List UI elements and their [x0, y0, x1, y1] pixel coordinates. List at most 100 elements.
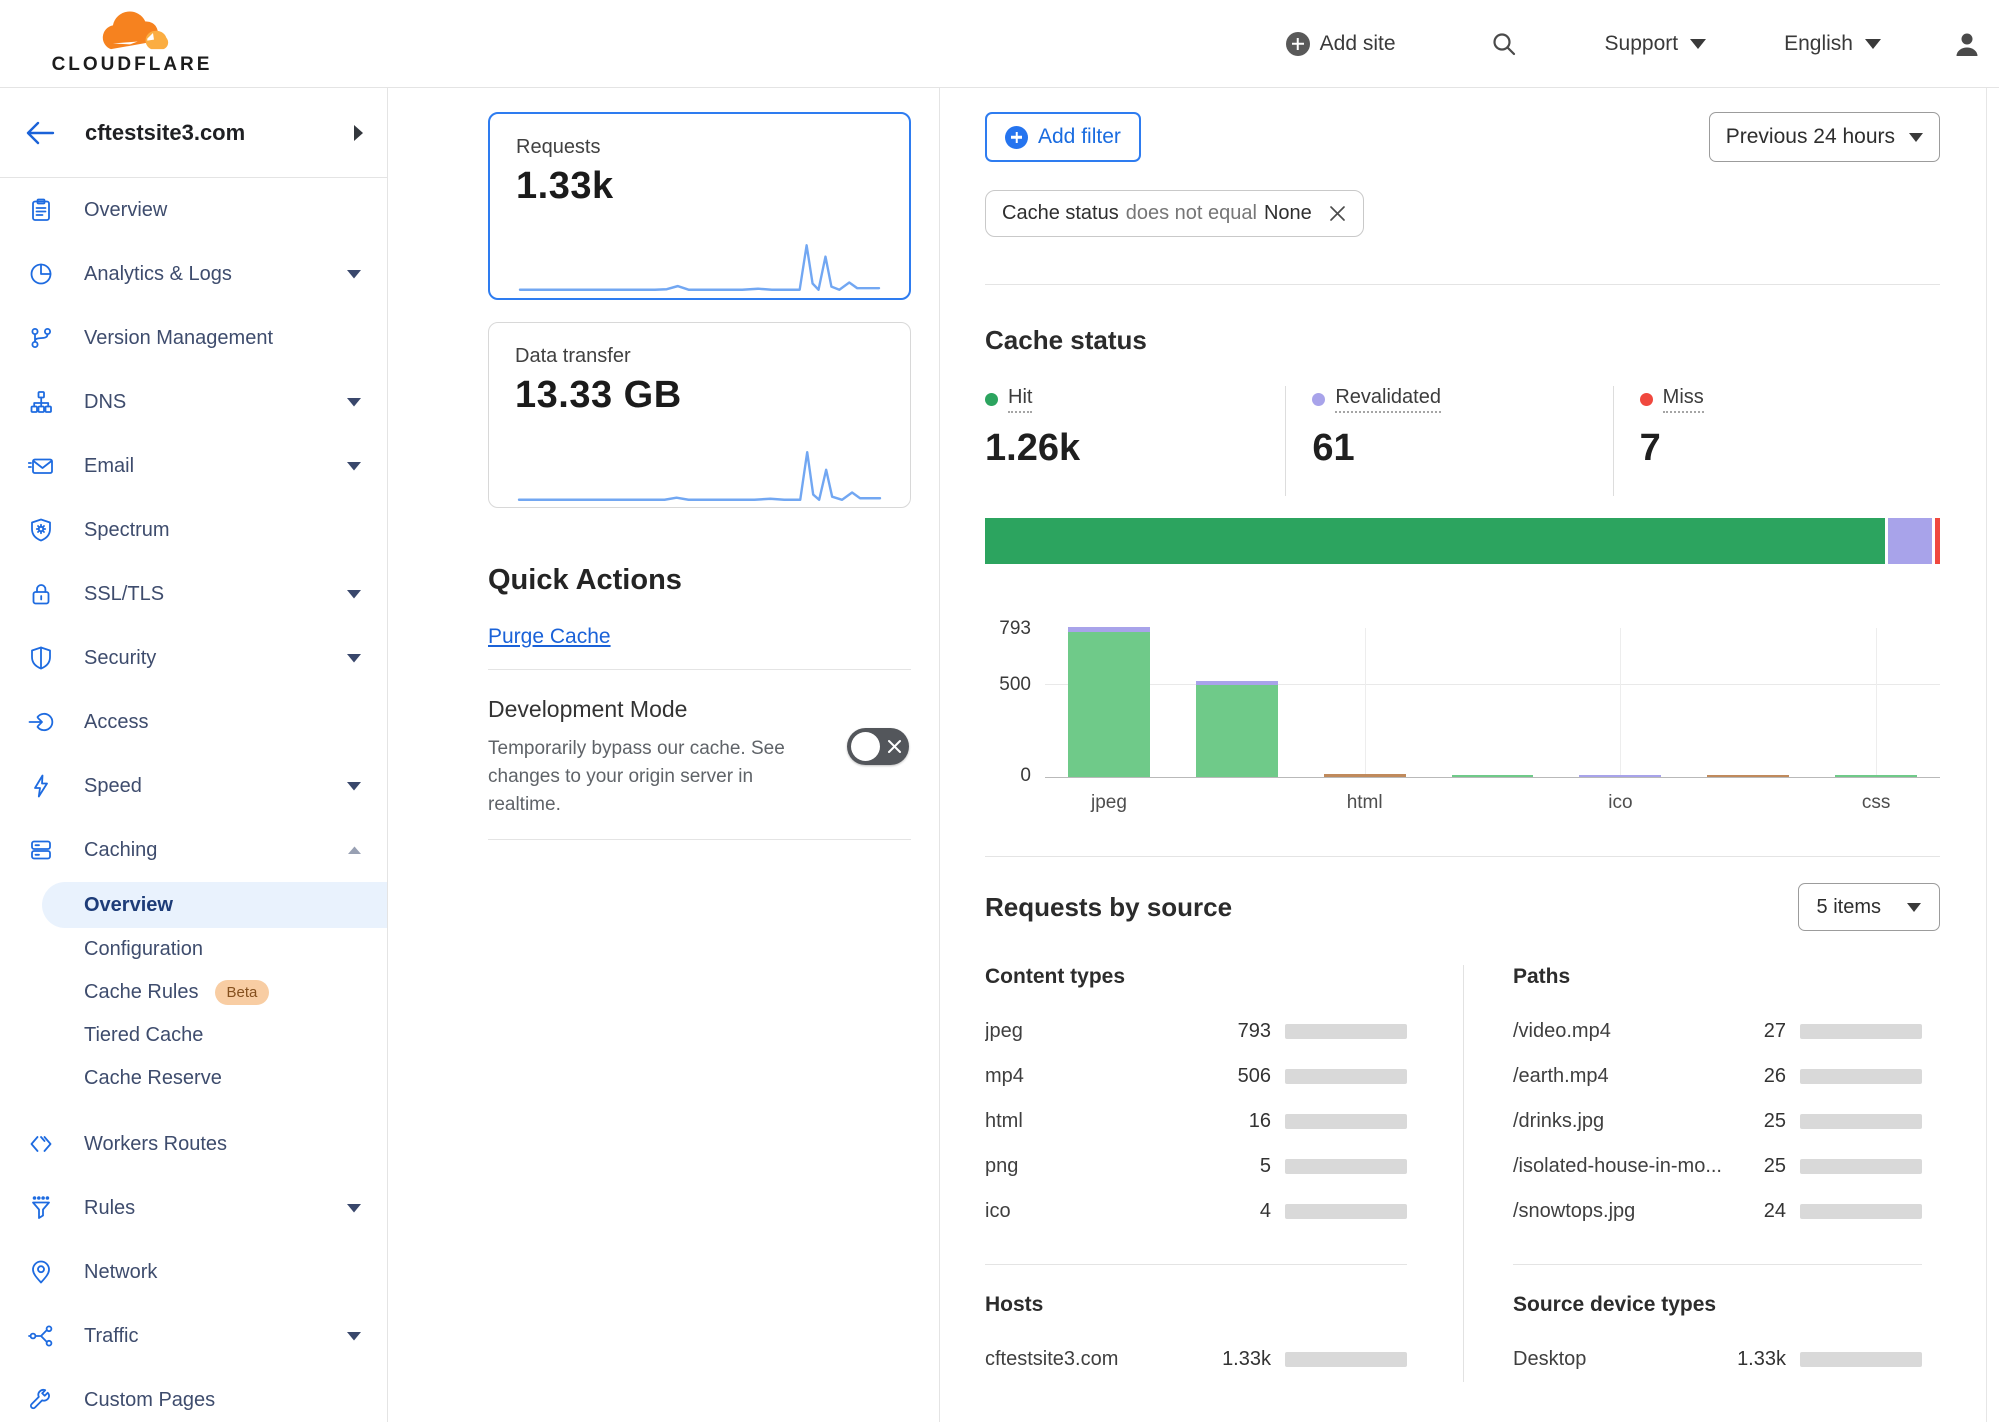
row-label: mp4	[985, 1065, 1219, 1088]
legend-miss[interactable]: Miss	[1640, 386, 1940, 413]
data-transfer-metric-card[interactable]: Data transfer 13.33 GB	[488, 322, 911, 508]
divider	[488, 839, 911, 840]
filter-field: Cache status	[1002, 202, 1119, 225]
chevron-right-icon[interactable]	[354, 125, 363, 141]
cloudflare-logo[interactable]: CLOUDFLARE	[57, 11, 207, 76]
sidebar-item-rules[interactable]: Rules	[0, 1176, 387, 1240]
add-filter-button[interactable]: Add filter	[985, 112, 1141, 162]
table-row[interactable]: png 5	[985, 1144, 1407, 1189]
purge-cache-link[interactable]: Purge Cache	[488, 625, 611, 649]
cache-status-chart-xlabels: jpeghtmlicocss	[1045, 792, 1940, 814]
sidebar-item-traffic[interactable]: Traffic	[0, 1304, 387, 1368]
table-row[interactable]: mp4 506	[985, 1054, 1407, 1099]
table-row[interactable]: /drinks.jpg 25	[1513, 1099, 1922, 1144]
chevron-down-icon	[347, 462, 361, 471]
subitem-label: Configuration	[84, 938, 203, 961]
sidebar-item-network[interactable]: Network	[0, 1240, 387, 1304]
site-selector[interactable]: cftestsite3.com	[0, 88, 387, 178]
sidebar-item-ssl-tls[interactable]: SSL/TLS	[0, 562, 387, 626]
support-menu[interactable]: Support	[1605, 32, 1707, 56]
sidebar-item-caching[interactable]: Caching	[0, 818, 387, 882]
requests-metric-card[interactable]: Requests 1.33k	[488, 112, 911, 300]
sidebar-item-dns[interactable]: DNS	[0, 370, 387, 434]
language-menu[interactable]: English	[1784, 32, 1881, 56]
location-pin-icon	[28, 1259, 54, 1285]
cache-server-icon	[28, 837, 54, 863]
requests-by-source-title: Requests by source	[985, 892, 1232, 923]
table-row[interactable]: Desktop 1.33k	[1513, 1337, 1922, 1382]
x-tick-label: ico	[1556, 792, 1684, 814]
chevron-down-icon	[347, 270, 361, 279]
search-button[interactable]	[1491, 31, 1517, 57]
data-transfer-sparkline	[515, 445, 884, 507]
table-row[interactable]: /video.mp4 27	[1513, 1009, 1922, 1054]
support-label: Support	[1605, 32, 1679, 56]
sidebar-item-workers-routes[interactable]: Workers Routes	[0, 1112, 387, 1176]
sidebar-subitem-tiered-cache[interactable]: Tiered Cache	[0, 1014, 387, 1057]
back-arrow-icon[interactable]	[25, 120, 55, 146]
traffic-split-icon	[28, 1323, 54, 1349]
table-row[interactable]: html 16	[985, 1099, 1407, 1144]
access-login-icon	[28, 709, 54, 735]
chart-bar-mp4	[1173, 628, 1301, 777]
table-row[interactable]: ico 4	[985, 1189, 1407, 1234]
row-label: /snowtops.jpg	[1513, 1200, 1734, 1223]
chevron-down-icon	[1909, 133, 1923, 142]
table-row[interactable]: cftestsite3.com 1.33k	[985, 1337, 1407, 1382]
sidebar-item-spectrum[interactable]: Spectrum	[0, 498, 387, 562]
cache-status-chart: 793 500 0 jpeghtmlicocss	[1045, 628, 1940, 814]
account-button[interactable]	[1953, 30, 1981, 58]
table-row[interactable]: /isolated-house-in-mo... 25	[1513, 1144, 1922, 1189]
paths-title: Paths	[1513, 965, 1922, 989]
x-tick-label: css	[1812, 792, 1940, 814]
sidebar-subitem-configuration[interactable]: Configuration	[0, 928, 387, 971]
sidebar-item-overview[interactable]: Overview	[0, 178, 387, 242]
x-tick-label	[1429, 792, 1557, 814]
sidebar-item-access[interactable]: Access	[0, 690, 387, 754]
table-row[interactable]: /earth.mp4 26	[1513, 1054, 1922, 1099]
items-count-dropdown[interactable]: 5 items	[1798, 883, 1940, 931]
cloudflare-cloud-icon	[84, 11, 180, 53]
row-value: 27	[1734, 1020, 1786, 1043]
bar-segment-hit	[1068, 632, 1150, 777]
header-controls: Add site Support English	[1286, 30, 1981, 58]
legend-hit[interactable]: Hit	[985, 386, 1285, 413]
sidebar-item-label: Email	[84, 455, 134, 478]
sidebar-item-label: Spectrum	[84, 519, 170, 542]
requests-card-label: Requests	[516, 136, 883, 159]
remove-filter-icon[interactable]	[1328, 204, 1347, 223]
scroll-track[interactable]	[1986, 88, 1987, 1422]
row-bar-track	[1285, 1204, 1407, 1219]
sidebar-item-email[interactable]: Email	[0, 434, 387, 498]
sidebar-item-speed[interactable]: Speed	[0, 754, 387, 818]
sidebar-subitem-caching-overview[interactable]: Overview	[42, 882, 387, 928]
sidebar-item-custom-pages[interactable]: Custom Pages	[0, 1368, 387, 1422]
beta-badge: Beta	[215, 980, 270, 1005]
sidebar-item-analytics-logs[interactable]: Analytics & Logs	[0, 242, 387, 306]
sidebar-item-version-management[interactable]: Version Management	[0, 306, 387, 370]
legend-revalidated[interactable]: Revalidated	[1312, 386, 1612, 413]
data-transfer-card-value: 13.33 GB	[515, 374, 884, 417]
sidebar: cftestsite3.com Overview Analytics & Log…	[0, 88, 388, 1422]
chart-bar-css	[1812, 628, 1940, 777]
divider	[1513, 1264, 1922, 1265]
row-bar-track	[1285, 1114, 1407, 1129]
wrench-icon	[28, 1387, 54, 1413]
row-value: 4	[1219, 1200, 1271, 1223]
plus-circle-icon	[1286, 32, 1310, 56]
sidebar-item-label: Overview	[84, 199, 167, 222]
sidebar-subitem-cache-reserve[interactable]: Cache Reserve	[0, 1057, 387, 1100]
time-range-dropdown[interactable]: Previous 24 hours	[1709, 112, 1940, 162]
site-name: cftestsite3.com	[85, 120, 354, 146]
row-bar-track	[1285, 1024, 1407, 1039]
table-row[interactable]: jpeg 793	[985, 1009, 1407, 1054]
sidebar-item-security[interactable]: Security	[0, 626, 387, 690]
top-header: CLOUDFLARE Add site Support English	[0, 0, 1999, 88]
filter-chip[interactable]: Cache status does not equal None	[985, 190, 1364, 237]
development-mode-toggle[interactable]	[847, 728, 909, 765]
user-icon	[1953, 30, 1981, 58]
add-site-button[interactable]: Add site	[1286, 32, 1396, 56]
row-label: jpeg	[985, 1020, 1219, 1043]
table-row[interactable]: /snowtops.jpg 24	[1513, 1189, 1922, 1234]
sidebar-subitem-cache-rules[interactable]: Cache Rules Beta	[0, 971, 387, 1014]
